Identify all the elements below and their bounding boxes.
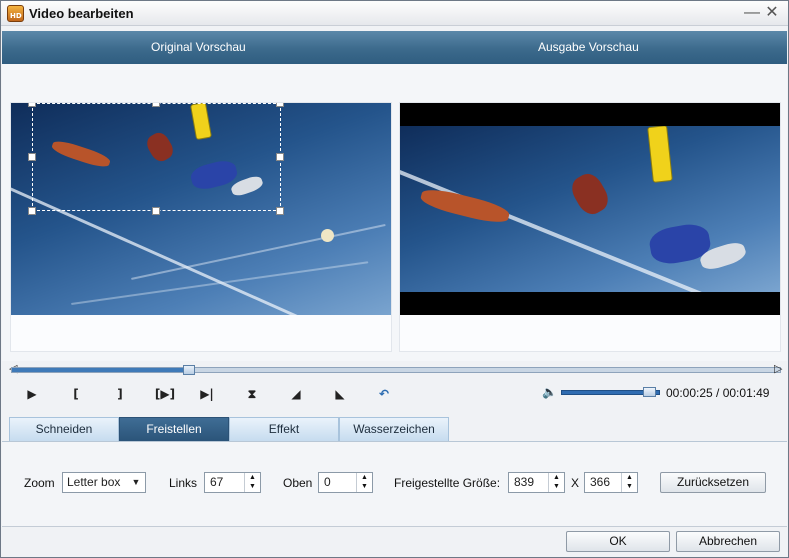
- mark-in-icon: [: [73, 387, 79, 401]
- video-edit-window: HD Video bearbeiten — ✕ Original Vorscha…: [0, 0, 789, 558]
- title-bar: HD Video bearbeiten — ✕: [1, 1, 788, 26]
- footer-divider: [2, 526, 787, 527]
- zoom-select[interactable]: Letter box ▼: [62, 472, 146, 493]
- original-video-frame: [11, 103, 391, 315]
- rotate-right-button[interactable]: ◣: [329, 385, 351, 403]
- top-offset-stepper[interactable]: 0 ▲ ▼: [318, 472, 373, 493]
- preview-area: [2, 64, 787, 361]
- timeline-progress: [12, 368, 189, 372]
- skydiver-output-1: [418, 185, 512, 227]
- crop-handle-right[interactable]: [276, 153, 284, 161]
- crop-handle-bottom[interactable]: [152, 207, 160, 215]
- tab-freistellen[interactable]: Freistellen: [119, 417, 229, 441]
- app-icon-text: HD: [10, 12, 22, 20]
- timeline-thumb[interactable]: [182, 365, 195, 375]
- crop-height-value: 366: [590, 475, 611, 489]
- output-video-frame: [400, 126, 780, 292]
- crop-handle-bottom-left[interactable]: [28, 207, 36, 215]
- crop-handle-bottom-right[interactable]: [276, 207, 284, 215]
- volume-icon[interactable]: 🔈: [542, 385, 558, 401]
- size-separator: X: [571, 476, 580, 490]
- output-preview-pane: [399, 102, 781, 352]
- close-icon: ✕: [765, 4, 779, 21]
- flip-vertical-icon: ⧗: [247, 387, 257, 401]
- stepper-up-icon[interactable]: ▲: [622, 473, 637, 482]
- preview-header-bar: Original Vorschau Ausgabe Vorschau: [2, 31, 787, 64]
- stepper-down-icon[interactable]: ▼: [245, 482, 260, 491]
- flip-vertical-button[interactable]: ⧗: [241, 385, 263, 403]
- crop-handle-left[interactable]: [28, 153, 36, 161]
- crop-handle-top-left[interactable]: [28, 103, 36, 107]
- tab-schneiden[interactable]: Schneiden: [9, 417, 119, 441]
- skip-next-icon: ▶|: [200, 387, 214, 401]
- crop-size-label: Freigestellte Größe:: [394, 476, 501, 490]
- skip-next-button[interactable]: ▶|: [196, 385, 218, 403]
- yellow-pole-output: [647, 126, 673, 183]
- letterbox-top: [400, 103, 780, 126]
- stepper-up-icon[interactable]: ▲: [357, 473, 372, 482]
- top-offset-value: 0: [324, 475, 331, 489]
- close-button[interactable]: ✕: [763, 4, 781, 22]
- mark-in-button[interactable]: [: [65, 385, 87, 403]
- zoom-select-value: Letter box: [67, 475, 121, 489]
- reset-button[interactable]: Zurücksetzen: [660, 472, 766, 493]
- stepper-down-icon[interactable]: ▼: [357, 482, 372, 491]
- rotate-left-button[interactable]: ◢: [285, 385, 307, 403]
- window-title: Video bearbeiten: [29, 6, 134, 21]
- stepper-down-icon[interactable]: ▼: [549, 482, 564, 491]
- left-label: Links: [169, 476, 198, 490]
- app-icon: HD: [7, 5, 24, 22]
- ok-button[interactable]: OK: [566, 531, 670, 552]
- tab-wasserzeichen[interactable]: Wasserzeichen: [339, 417, 449, 441]
- play-button[interactable]: ▶: [21, 385, 43, 403]
- stepper-up-icon[interactable]: ▲: [549, 473, 564, 482]
- rotate-right-icon: ◣: [335, 387, 345, 401]
- crop-selection-box[interactable]: [28, 103, 284, 215]
- rotate-left-icon: ◢: [291, 387, 301, 401]
- stepper-up-icon[interactable]: ▲: [245, 473, 260, 482]
- crop-width-stepper[interactable]: 839 ▲ ▼: [508, 472, 565, 493]
- skydiver-output-2: [567, 169, 613, 219]
- undo-button[interactable]: ↶: [373, 385, 395, 403]
- timeline-end-marker-icon[interactable]: ▷: [774, 362, 782, 376]
- timeline-slider[interactable]: [11, 365, 781, 375]
- tab-effekt[interactable]: Effekt: [229, 417, 339, 441]
- minimize-icon: —: [744, 4, 760, 21]
- play-icon: ▶: [27, 387, 37, 401]
- sun-glare: [321, 229, 334, 242]
- minimize-button[interactable]: —: [743, 4, 761, 22]
- chevron-down-icon: ▼: [131, 477, 141, 487]
- output-preview-label: Ausgabe Vorschau: [538, 40, 639, 54]
- letterbox-bottom: [400, 292, 780, 315]
- crop-handle-top[interactable]: [152, 103, 160, 107]
- play-segment-button[interactable]: [▶]: [151, 385, 179, 403]
- mark-out-button[interactable]: ]: [109, 385, 131, 403]
- left-offset-value: 67: [210, 475, 224, 489]
- volume-thumb[interactable]: [643, 387, 657, 397]
- original-preview-pane: [10, 102, 392, 352]
- crop-width-value: 839: [514, 475, 535, 489]
- crop-handle-top-right[interactable]: [276, 103, 284, 107]
- mark-out-icon: ]: [117, 387, 123, 401]
- left-offset-stepper[interactable]: 67 ▲ ▼: [204, 472, 261, 493]
- cancel-button[interactable]: Abbrechen: [676, 531, 780, 552]
- zoom-label: Zoom: [24, 476, 55, 490]
- original-preview-label: Original Vorschau: [151, 40, 246, 54]
- undo-icon: ↶: [378, 387, 390, 401]
- play-segment-icon: [▶]: [154, 387, 176, 401]
- crop-height-stepper[interactable]: 366 ▲ ▼: [584, 472, 638, 493]
- timecode-display: 00:00:25 / 00:01:49: [666, 386, 770, 400]
- top-label: Oben: [283, 476, 313, 490]
- stepper-down-icon[interactable]: ▼: [622, 482, 637, 491]
